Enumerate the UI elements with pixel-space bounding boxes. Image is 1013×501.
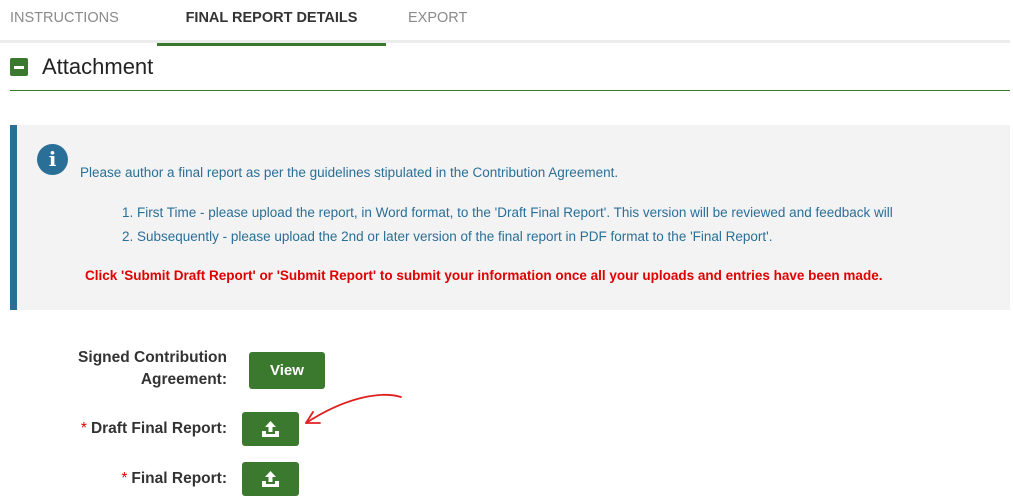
info-icon: i [37,144,68,175]
signed-agreement-label: Signed Contribution Agreement: [40,347,227,391]
tab-instructions[interactable]: INSTRUCTIONS [10,0,119,43]
info-line-subsequently: 2. Subsequently - please upload the 2nd … [122,229,773,244]
annotation-arrow-icon [305,394,402,424]
required-asterisk: * [80,420,87,437]
draft-final-report-label-text: Draft Final Report: [90,420,227,437]
submit-warning: Click 'Submit Draft Report' or 'Submit R… [85,268,883,283]
signed-agreement-label-line1: Signed Contribution [78,349,227,366]
signed-agreement-label-line2: Agreement: [140,371,227,388]
upload-icon [262,421,279,437]
final-report-label: * Final Report: [40,468,227,490]
tab-bar: INSTRUCTIONS FINAL REPORT DETAILS EXPORT [0,0,1010,46]
tab-export[interactable]: EXPORT [408,0,467,43]
info-box: i Please author a final report as per th… [10,125,1010,310]
section-title: Attachment [42,54,154,79]
draft-final-report-upload-button[interactable] [242,412,299,446]
final-report-upload-button[interactable] [242,462,299,496]
upload-icon [262,471,279,487]
attachment-section-header: Attachment [10,53,1010,91]
final-report-label-text: Final Report: [131,470,227,487]
tab-final-report-details[interactable]: FINAL REPORT DETAILS [157,0,386,46]
required-asterisk: * [121,470,128,487]
info-line-first-time: 1. First Time - please upload the report… [122,205,893,220]
draft-final-report-label: * Draft Final Report: [30,418,227,440]
view-agreement-button[interactable]: View [249,352,325,389]
info-line-intro: Please author a final report as per the … [80,165,619,180]
collapse-minus-icon[interactable] [10,58,28,76]
